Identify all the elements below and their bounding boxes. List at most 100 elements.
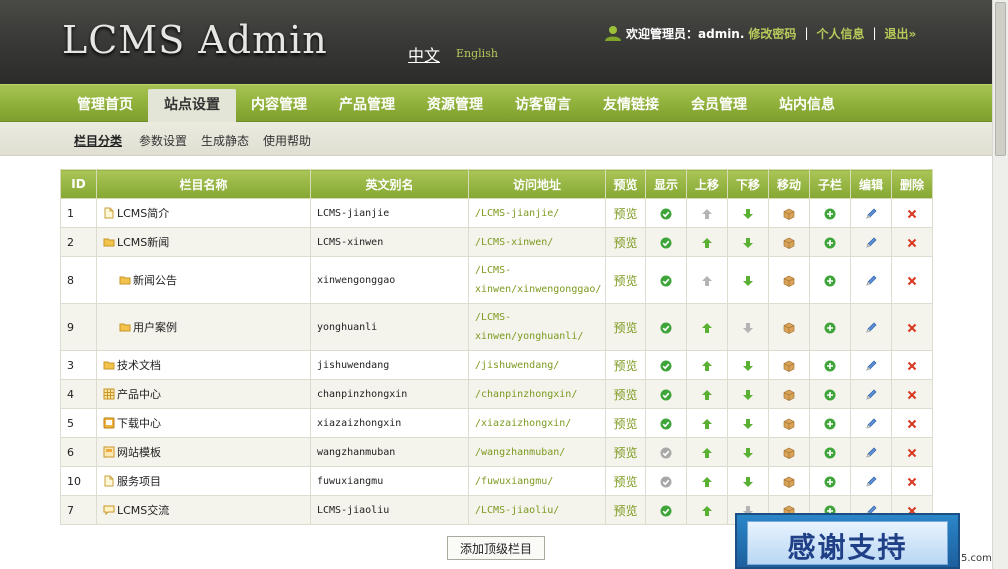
check-green-icon[interactable] xyxy=(660,389,672,401)
logout-link[interactable]: 退出» xyxy=(885,25,917,42)
cell-url-link[interactable]: /LCMS-xinwen/yonghuanli/ xyxy=(468,303,606,351)
arrow-down-icon[interactable] xyxy=(742,476,754,488)
delete-x-icon[interactable] xyxy=(906,322,918,334)
subnav-item-parameters[interactable]: 参数设置 xyxy=(139,132,187,149)
pencil-edit-icon[interactable] xyxy=(865,418,877,430)
subnav-item-categories[interactable]: 栏目分类 xyxy=(74,132,122,149)
arrow-down-icon[interactable] xyxy=(742,418,754,430)
add-sub-icon[interactable] xyxy=(824,237,836,249)
cell-url-link[interactable]: /LCMS-jiaoliu/ xyxy=(468,495,606,525)
nav-item-products[interactable]: 产品管理 xyxy=(324,89,410,122)
profile-link[interactable]: 个人信息 xyxy=(816,25,864,42)
add-sub-icon[interactable] xyxy=(824,322,836,334)
cell-url-link[interactable]: /jishuwendang/ xyxy=(468,350,606,380)
change-password-link[interactable]: 修改密码 xyxy=(748,25,796,42)
box-move-icon[interactable] xyxy=(783,476,795,488)
pencil-edit-icon[interactable] xyxy=(865,275,877,287)
preview-link[interactable]: 预览 xyxy=(605,495,646,525)
arrow-up-icon[interactable] xyxy=(701,389,713,401)
lang-chinese-link[interactable]: 中文 xyxy=(408,42,440,66)
arrow-up-icon[interactable] xyxy=(701,418,713,430)
arrow-down-icon[interactable] xyxy=(742,389,754,401)
box-move-icon[interactable] xyxy=(783,275,795,287)
check-green-icon[interactable] xyxy=(660,208,672,220)
arrow-down-icon[interactable] xyxy=(742,237,754,249)
check-green-icon[interactable] xyxy=(660,505,672,517)
box-move-icon[interactable] xyxy=(783,360,795,372)
box-move-icon[interactable] xyxy=(783,418,795,430)
preview-link[interactable]: 预览 xyxy=(605,227,646,257)
arrow-down-icon[interactable] xyxy=(742,208,754,220)
nav-item-guestbook[interactable]: 访客留言 xyxy=(500,89,586,122)
lang-english-link[interactable]: English xyxy=(456,47,498,60)
check-green-icon[interactable] xyxy=(660,418,672,430)
pencil-edit-icon[interactable] xyxy=(865,447,877,459)
cell-url-link[interactable]: /chanpinzhongxin/ xyxy=(468,379,606,409)
delete-x-icon[interactable] xyxy=(906,237,918,249)
nav-item-content[interactable]: 内容管理 xyxy=(236,89,322,122)
delete-x-icon[interactable] xyxy=(906,275,918,287)
box-move-icon[interactable] xyxy=(783,447,795,459)
arrow-up-icon[interactable] xyxy=(701,237,713,249)
add-sub-icon[interactable] xyxy=(824,275,836,287)
check-green-icon[interactable] xyxy=(660,322,672,334)
delete-x-icon[interactable] xyxy=(906,360,918,372)
pencil-edit-icon[interactable] xyxy=(865,237,877,249)
nav-item-members[interactable]: 会员管理 xyxy=(676,89,762,122)
pencil-edit-icon[interactable] xyxy=(865,476,877,488)
add-sub-icon[interactable] xyxy=(824,389,836,401)
box-move-icon[interactable] xyxy=(783,322,795,334)
preview-link[interactable]: 预览 xyxy=(605,379,646,409)
add-sub-icon[interactable] xyxy=(824,418,836,430)
check-gray-icon[interactable] xyxy=(660,447,672,459)
box-move-icon[interactable] xyxy=(783,208,795,220)
preview-link[interactable]: 预览 xyxy=(605,350,646,380)
nav-item-site-settings[interactable]: 站点设置 xyxy=(148,89,236,122)
add-sub-icon[interactable] xyxy=(824,447,836,459)
check-gray-icon[interactable] xyxy=(660,476,672,488)
arrow-up-icon[interactable] xyxy=(701,360,713,372)
nav-item-messages[interactable]: 站内信息 xyxy=(764,89,850,122)
nav-item-home[interactable]: 管理首页 xyxy=(62,89,148,122)
preview-link[interactable]: 预览 xyxy=(605,303,646,351)
pencil-edit-icon[interactable] xyxy=(865,322,877,334)
pencil-edit-icon[interactable] xyxy=(865,389,877,401)
preview-link[interactable]: 预览 xyxy=(605,437,646,467)
cell-url-link[interactable]: /fuwuxiangmu/ xyxy=(468,466,606,496)
subnav-item-generate-static[interactable]: 生成静态 xyxy=(201,132,249,149)
arrow-up-icon[interactable] xyxy=(701,447,713,459)
subnav-item-help[interactable]: 使用帮助 xyxy=(263,132,311,149)
preview-link[interactable]: 预览 xyxy=(605,408,646,438)
pencil-edit-icon[interactable] xyxy=(865,360,877,372)
delete-x-icon[interactable] xyxy=(906,389,918,401)
arrow-up-icon[interactable] xyxy=(701,322,713,334)
arrow-down-icon[interactable] xyxy=(742,360,754,372)
box-move-icon[interactable] xyxy=(783,389,795,401)
cell-url-link[interactable]: /LCMS-xinwen/xinwengonggao/ xyxy=(468,256,606,304)
nav-item-links[interactable]: 友情链接 xyxy=(588,89,674,122)
preview-link[interactable]: 预览 xyxy=(605,256,646,304)
arrow-up-icon[interactable] xyxy=(701,505,713,517)
preview-link[interactable]: 预览 xyxy=(605,198,646,228)
box-move-icon[interactable] xyxy=(783,237,795,249)
cell-url-link[interactable]: /wangzhanmuban/ xyxy=(468,437,606,467)
pencil-edit-icon[interactable] xyxy=(865,208,877,220)
delete-x-icon[interactable] xyxy=(906,476,918,488)
delete-x-icon[interactable] xyxy=(906,418,918,430)
check-green-icon[interactable] xyxy=(660,360,672,372)
add-top-category-button[interactable]: 添加顶级栏目 xyxy=(447,536,545,560)
add-sub-icon[interactable] xyxy=(824,360,836,372)
delete-x-icon[interactable] xyxy=(906,208,918,220)
scrollbar[interactable] xyxy=(992,0,1008,569)
scrollbar-thumb[interactable] xyxy=(995,2,1006,156)
nav-item-resources[interactable]: 资源管理 xyxy=(412,89,498,122)
preview-link[interactable]: 预览 xyxy=(605,466,646,496)
arrow-down-icon[interactable] xyxy=(742,447,754,459)
add-sub-icon[interactable] xyxy=(824,476,836,488)
arrow-down-icon[interactable] xyxy=(742,275,754,287)
cell-url-link[interactable]: /LCMS-jianjie/ xyxy=(468,198,606,228)
cell-url-link[interactable]: /LCMS-xinwen/ xyxy=(468,227,606,257)
cell-url-link[interactable]: /xiazaizhongxin/ xyxy=(468,408,606,438)
add-sub-icon[interactable] xyxy=(824,208,836,220)
check-green-icon[interactable] xyxy=(660,275,672,287)
